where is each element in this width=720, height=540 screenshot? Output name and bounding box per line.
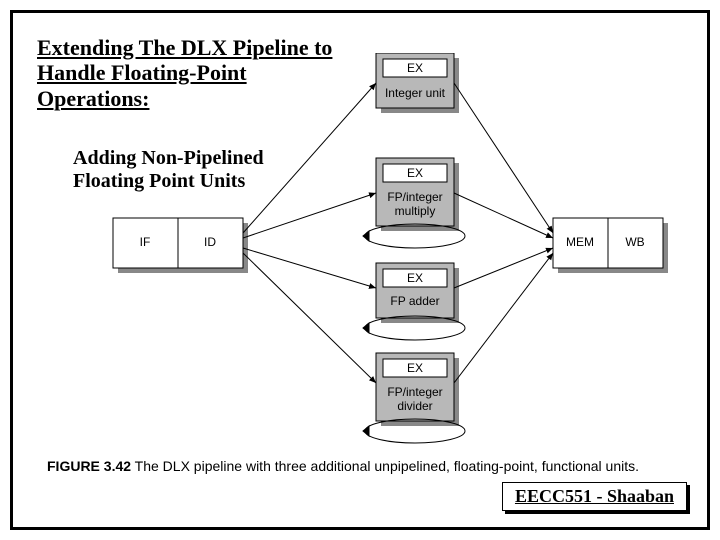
ex-label-int: EX <box>407 61 423 75</box>
ex-label-add: EX <box>407 271 423 285</box>
unit-mul-2: multiply <box>395 204 436 218</box>
unit-adder: FP adder <box>390 294 439 308</box>
unit-div-2: divider <box>397 399 432 413</box>
ex-label-mul: EX <box>407 166 423 180</box>
stage-mem: MEM <box>566 235 594 249</box>
unit-div-1: FP/integer <box>387 385 442 399</box>
stage-id: ID <box>204 235 216 249</box>
slide-frame: Extending The DLX Pipeline to Handle Flo… <box>10 10 710 530</box>
pipeline-diagram: IF ID MEM WB EX Integer unit EX FP/integ… <box>73 53 673 453</box>
footer-badge: EECC551 - Shaaban <box>502 482 687 511</box>
figure-caption: FIGURE 3.42 The DLX pipeline with three … <box>47 457 687 475</box>
unit-integer: Integer unit <box>385 86 446 100</box>
stage-if: IF <box>140 235 151 249</box>
caption-figure-number: FIGURE 3.42 <box>47 458 131 474</box>
caption-text: The DLX pipeline with three additional u… <box>131 458 639 474</box>
unit-mul-1: FP/integer <box>387 190 442 204</box>
stage-wb: WB <box>625 235 644 249</box>
ex-label-div: EX <box>407 361 423 375</box>
